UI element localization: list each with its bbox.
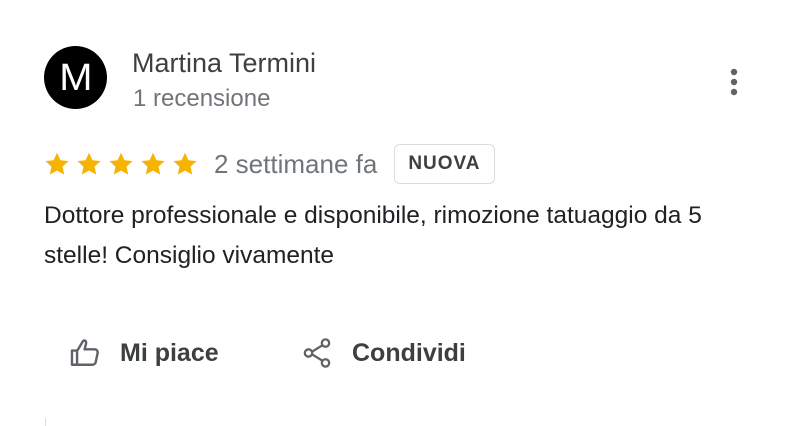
avatar-letter: M <box>58 56 93 99</box>
star-icon <box>141 152 165 175</box>
author-review-count[interactable]: 1 recensione <box>133 85 270 113</box>
new-badge: NUOVA <box>394 144 495 184</box>
more-vert-icon <box>730 68 738 96</box>
more-options-button[interactable] <box>718 62 750 102</box>
avatar[interactable]: M <box>44 46 107 109</box>
review-text: Dottore professionale e disponibile, rim… <box>44 202 702 269</box>
divider <box>45 418 46 426</box>
share-button[interactable]: Condividi <box>300 334 466 372</box>
star-icon <box>45 152 69 175</box>
like-button[interactable]: Mi piace <box>68 334 219 372</box>
star-icon <box>173 152 197 175</box>
star-icon <box>109 152 133 175</box>
share-label: Condividi <box>352 338 466 367</box>
star-icon <box>77 152 101 175</box>
star-rating <box>44 151 204 177</box>
like-label: Mi piace <box>120 338 219 367</box>
review-date: 2 settimane fa <box>214 148 378 179</box>
thumb-up-icon <box>70 339 99 366</box>
rating-row: 2 settimane fa NUOVA <box>44 143 495 185</box>
author-name[interactable]: Martina Termini <box>132 48 316 79</box>
share-icon <box>303 338 331 368</box>
